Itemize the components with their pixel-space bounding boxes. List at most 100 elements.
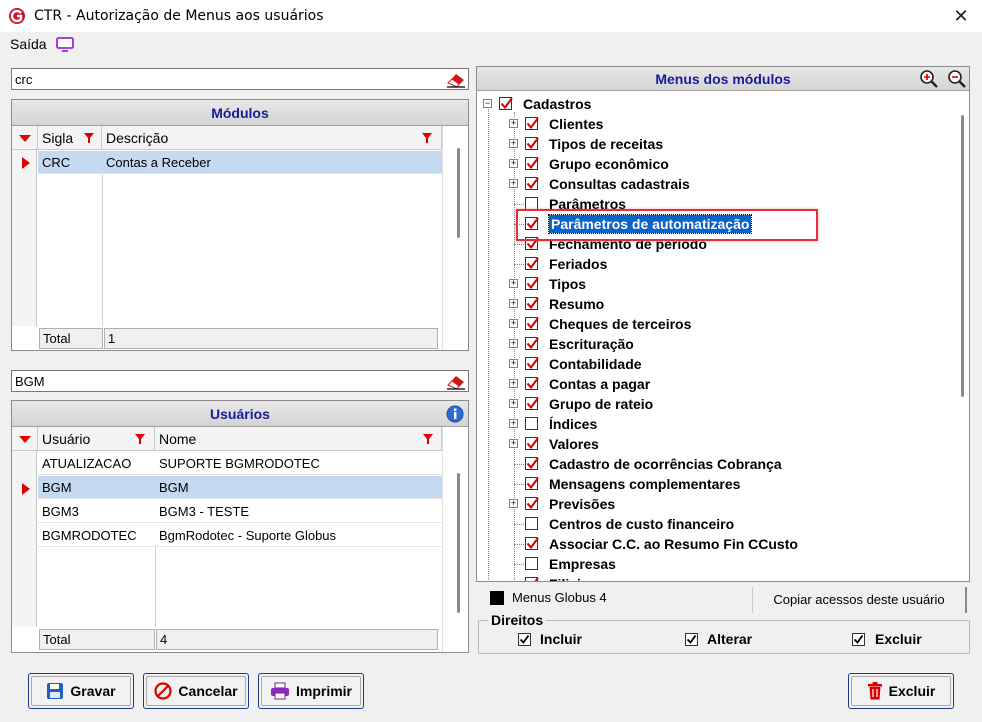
tree-checkbox[interactable]	[499, 97, 513, 110]
tree-root-cadastros[interactable]: − Cadastros	[477, 94, 957, 114]
filter-icon[interactable]	[135, 434, 145, 444]
col-descricao-header[interactable]: Descrição	[102, 126, 442, 150]
tree-item[interactable]: + Contabilidade	[477, 354, 957, 374]
imprimir-button[interactable]: Imprimir	[258, 673, 364, 709]
col-sigla-header[interactable]: Sigla	[38, 126, 102, 150]
tree-item[interactable]: + Resumo	[477, 294, 957, 314]
tree-checkbox[interactable]	[525, 337, 539, 350]
tree-checkbox[interactable]	[525, 537, 539, 550]
tree-item[interactable]: Feriados	[477, 254, 957, 274]
modulos-search-box[interactable]	[11, 68, 469, 90]
tree-checkbox[interactable]	[525, 117, 539, 130]
expand-icon[interactable]: +	[509, 319, 518, 328]
collapse-icon[interactable]: −	[483, 99, 492, 108]
col-usuario-header[interactable]: Usuário	[38, 427, 155, 451]
tree-checkbox[interactable]	[525, 317, 539, 330]
expand-icon[interactable]: +	[509, 119, 518, 128]
table-row[interactable]: CRC Contas a Receber	[38, 151, 442, 174]
grid-line	[102, 174, 103, 326]
tree-checkbox[interactable]	[525, 577, 539, 581]
tree-item[interactable]: + Contas a pagar	[477, 374, 957, 394]
saida-menu[interactable]: Saída	[10, 36, 47, 52]
table-row[interactable]: ATUALIZACAO SUPORTE BGMRODOTEC	[38, 452, 442, 475]
table-row[interactable]: BGM BGM	[38, 476, 442, 499]
tree-checkbox[interactable]	[525, 417, 538, 430]
tree-item[interactable]: + Consultas cadastrais	[477, 174, 957, 194]
excluir-button[interactable]: Excluir	[848, 673, 954, 709]
tree-checkbox[interactable]	[525, 477, 539, 490]
tree-checkbox[interactable]	[525, 517, 538, 530]
expand-icon[interactable]: +	[509, 379, 518, 388]
tree-checkbox[interactable]	[525, 397, 539, 410]
tree-checkbox[interactable]	[525, 257, 539, 270]
tree-item[interactable]: + Clientes	[477, 114, 957, 134]
tree-item[interactable]: + Escrituração	[477, 334, 957, 354]
expand-icon[interactable]: +	[509, 299, 518, 308]
tree-item[interactable]: + Grupo de rateio	[477, 394, 957, 414]
tree-checkbox[interactable]	[525, 157, 539, 170]
direitos-title: Direitos	[488, 612, 547, 628]
expand-icon[interactable]: +	[509, 139, 518, 148]
expand-icon[interactable]: +	[509, 439, 518, 448]
tree-checkbox[interactable]	[525, 377, 539, 390]
expand-icon[interactable]: +	[509, 159, 518, 168]
tree-item[interactable]: + Índices	[477, 414, 957, 434]
tree-checkbox[interactable]	[525, 457, 539, 470]
tree-item-label: Previsões	[549, 496, 616, 512]
tree-checkbox[interactable]	[525, 557, 538, 570]
filter-icon[interactable]	[423, 434, 433, 444]
tree-checkbox[interactable]	[525, 497, 539, 510]
usuarios-scrollbar[interactable]	[457, 473, 460, 613]
tree-item[interactable]: + Previsões	[477, 494, 957, 514]
tree-item-label: Resumo	[549, 296, 605, 312]
tree-checkbox[interactable]	[525, 297, 539, 310]
info-icon[interactable]	[446, 405, 464, 423]
close-icon[interactable]: ✕	[944, 2, 978, 30]
table-row[interactable]: BGM3 BGM3 - TESTE	[38, 500, 442, 523]
col-nome-header[interactable]: Nome	[155, 427, 442, 451]
row-indicator-column	[12, 427, 37, 627]
tree-checkbox[interactable]	[525, 277, 539, 290]
copiar-acessos-button[interactable]: Copiar acessos deste usuário	[752, 587, 967, 613]
eraser-icon[interactable]	[446, 373, 466, 390]
tree-checkbox[interactable]	[525, 137, 539, 150]
modulos-search-input[interactable]	[12, 69, 432, 89]
table-row[interactable]: BGMRODOTEC BgmRodotec - Suporte Globus	[38, 524, 442, 547]
tree-checkbox[interactable]	[525, 357, 539, 370]
tree-item[interactable]: Associar C.C. ao Resumo Fin CCusto	[477, 534, 957, 554]
tree-item[interactable]: Cadastro de ocorrências Cobrança	[477, 454, 957, 474]
eraser-icon[interactable]	[446, 71, 466, 88]
tree-item[interactable]: Empresas	[477, 554, 957, 574]
monitor-icon[interactable]	[56, 37, 74, 52]
incluir-checkbox[interactable]	[518, 633, 531, 646]
tree-item[interactable]: Centros de custo financeiro	[477, 514, 957, 534]
zoom-out-icon[interactable]	[947, 69, 967, 89]
expand-icon[interactable]: +	[509, 179, 518, 188]
gravar-button[interactable]: Gravar	[28, 673, 134, 709]
alterar-checkbox[interactable]	[685, 633, 698, 646]
tree-item[interactable]: + Tipos de receitas	[477, 134, 957, 154]
expand-icon[interactable]: +	[509, 279, 518, 288]
tree-item[interactable]: Mensagens complementares	[477, 474, 957, 494]
excluir-checkbox[interactable]	[852, 633, 865, 646]
tree-item[interactable]: + Tipos	[477, 274, 957, 294]
menus-scrollbar[interactable]	[961, 115, 964, 397]
usuarios-search-input[interactable]	[12, 371, 432, 391]
zoom-in-icon[interactable]	[919, 69, 939, 89]
expand-icon[interactable]: +	[509, 339, 518, 348]
tree-checkbox[interactable]	[525, 437, 539, 450]
expand-icon[interactable]: +	[509, 499, 518, 508]
expand-icon[interactable]: +	[509, 399, 518, 408]
tree-item[interactable]: + Valores	[477, 434, 957, 454]
cancelar-button[interactable]: Cancelar	[143, 673, 249, 709]
tree-checkbox[interactable]	[525, 177, 539, 190]
tree-item[interactable]: + Cheques de terceiros	[477, 314, 957, 334]
filter-icon[interactable]	[422, 133, 432, 143]
modulos-scrollbar[interactable]	[457, 148, 460, 238]
tree-item[interactable]: + Grupo econômico	[477, 154, 957, 174]
expand-icon[interactable]: +	[509, 359, 518, 368]
filter-icon[interactable]	[84, 133, 94, 143]
tree-item[interactable]: Filiais	[477, 574, 957, 581]
expand-icon[interactable]: +	[509, 419, 518, 428]
usuarios-search-box[interactable]	[11, 370, 469, 392]
